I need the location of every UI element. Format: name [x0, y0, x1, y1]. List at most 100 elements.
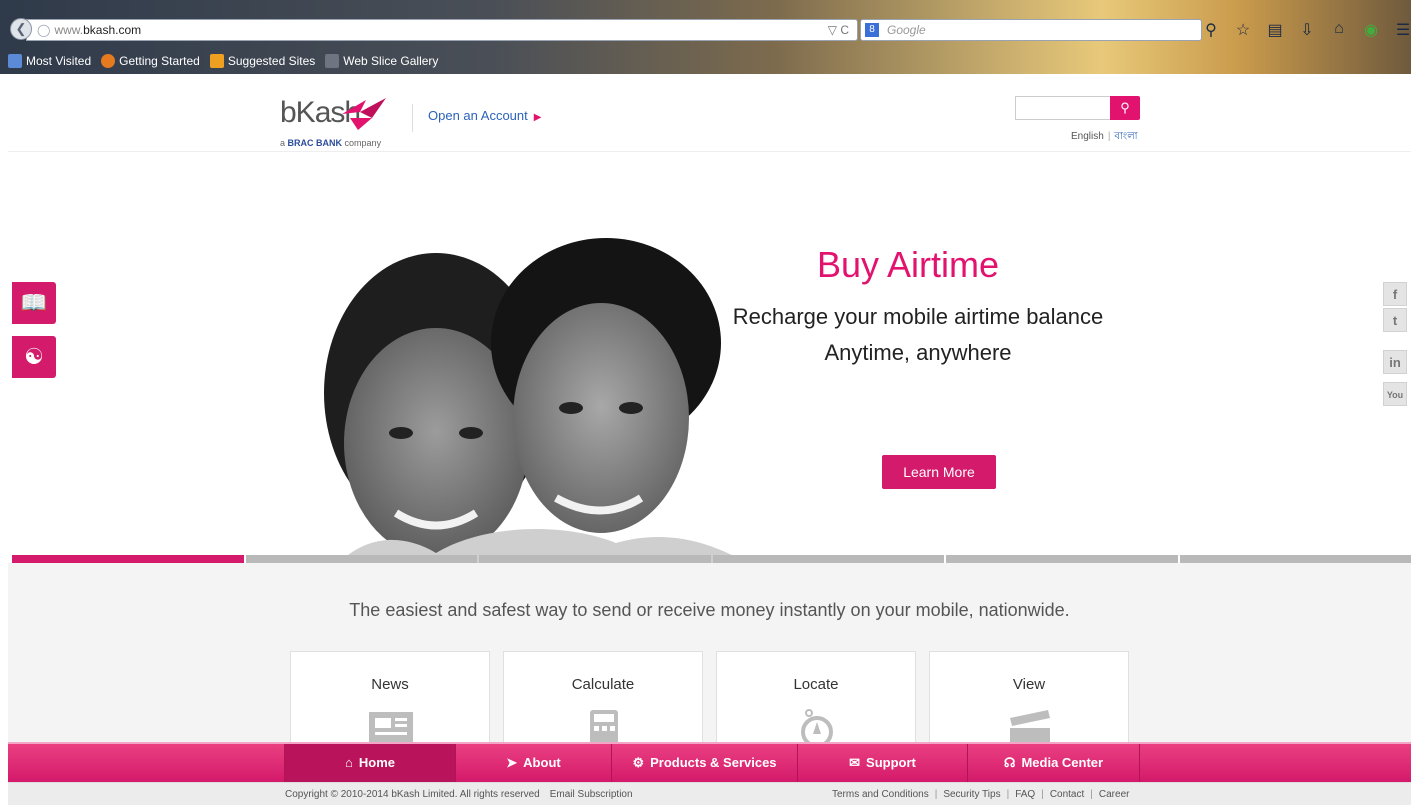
card-title: News [371, 676, 409, 693]
reading-list-icon[interactable]: ▤ [1266, 20, 1284, 42]
book-icon[interactable]: 📖 [12, 282, 56, 324]
card-title: Locate [793, 676, 839, 693]
slide-indicator[interactable] [712, 555, 944, 563]
logo-sub-suffix: company [344, 138, 382, 148]
search-icon[interactable]: ⚲ [1202, 20, 1220, 42]
send-icon: ➤ [506, 755, 518, 770]
browser-toolbar: ◯ www.bkash.com ▽ C ❮ 8 Google ⚲ ☆ ▤ ⇩ ⌂ … [0, 8, 1411, 48]
bkash-logo[interactable]: bKash [280, 96, 386, 130]
newspaper-icon [369, 712, 413, 744]
footer-nav: ⌂ Home ➤ About ⚙ Products & Services ✉ Suppo… [8, 742, 1411, 782]
twitter-icon[interactable]: t [1383, 308, 1407, 332]
bookmarks-bar: Most Visited Getting Started Suggested S… [0, 48, 1411, 74]
search-icon: ⚲ [1120, 100, 1130, 115]
email-subscription-link[interactable]: Email Subscription [550, 789, 633, 800]
bird-logo-icon [342, 98, 386, 130]
bookmark-label: Web Slice Gallery [343, 54, 439, 68]
browser-search-placeholder: Google [887, 23, 926, 37]
lang-english-link[interactable]: English [1071, 131, 1104, 142]
bookmark-label: Getting Started [119, 54, 200, 68]
separator: | [1090, 789, 1093, 800]
browser-chrome: ◯ www.bkash.com ▽ C ❮ 8 Google ⚲ ☆ ▤ ⇩ ⌂ … [0, 0, 1411, 74]
toolbar-icons: ⚲ ☆ ▤ ⇩ ⌂ ◉ ☰ [1202, 20, 1411, 42]
logo-sub-prefix: a [280, 138, 286, 148]
calculator-icon [590, 710, 618, 744]
contact-link[interactable]: Contact [1050, 789, 1084, 800]
nav-products-services[interactable]: ⚙ Products & Services [612, 744, 798, 782]
suggested-icon [209, 54, 224, 68]
site-search: ⚲ [1015, 96, 1140, 120]
bookmark-most-visited[interactable]: Most Visited [8, 54, 91, 68]
separator: | [1006, 789, 1010, 800]
webslice-icon [325, 54, 340, 68]
hero-subtitle-line2: Anytime, anywhere [824, 340, 1012, 365]
firefox-icon [101, 54, 116, 68]
tagline-section: The easiest and safest way to send or re… [8, 563, 1411, 743]
arrow-right-icon: ▶ [533, 112, 542, 123]
nav-label: Home [358, 755, 395, 770]
browser-search-input[interactable]: 8 Google [860, 19, 1202, 41]
security-tips-link[interactable]: Security Tips [943, 789, 1000, 800]
slide-indicator[interactable] [245, 555, 477, 563]
open-account-label: Open an Account [428, 108, 528, 123]
google-icon: 8 [865, 23, 879, 37]
nav-label: About [523, 755, 561, 770]
logo-tagline: a BRAC BANK company [280, 138, 381, 148]
globe-icon: ◯ [37, 23, 51, 37]
reload-icon[interactable]: ▽ C [828, 20, 849, 40]
card-title: View [1012, 676, 1046, 693]
home-icon: ⌂ [345, 755, 353, 770]
bkash-page: bKash a BRAC BANK company Open an Accoun… [8, 74, 1411, 805]
copyright: Copyright © 2010-2014 bKash Limited. All… [285, 789, 633, 800]
lang-separator: | [1107, 131, 1111, 142]
nav-home[interactable]: ⌂ Home [284, 744, 456, 782]
slide-indicator[interactable] [479, 555, 711, 563]
nav-support[interactable]: ✉ Support [798, 744, 968, 782]
clapperboard-icon [1010, 710, 1050, 744]
products-icon: ⚙ [632, 755, 645, 770]
career-link[interactable]: Career [1099, 789, 1130, 800]
slide-indicator[interactable] [1179, 555, 1411, 563]
card-title: Calculate [571, 676, 635, 693]
bookmark-web-slice[interactable]: Web Slice Gallery [325, 54, 438, 68]
network-icon[interactable]: ☯ [12, 336, 56, 378]
address-bar[interactable]: ◯ www.bkash.com ▽ C [26, 19, 858, 41]
bookmark-getting-started[interactable]: Getting Started [101, 54, 200, 68]
nav-about[interactable]: ➤ About [456, 744, 612, 782]
addon-icon[interactable]: ◉ [1362, 20, 1380, 42]
headphones-icon: ☊ [1003, 755, 1016, 770]
separator: | [1041, 789, 1044, 800]
star-icon[interactable]: ☆ [1234, 20, 1252, 42]
hero-title: Buy Airtime [816, 244, 1000, 285]
nav-label: Products & Services [650, 755, 777, 770]
url-prefix: www. [54, 23, 84, 37]
linkedin-icon[interactable]: in [1383, 350, 1407, 374]
learn-more-button[interactable]: Learn More [882, 455, 996, 489]
bookmark-suggested-sites[interactable]: Suggested Sites [209, 54, 315, 68]
url-domain: bkash.com [83, 23, 142, 37]
footer-links: Terms and Conditions | Security Tips | FAQ | C… [832, 789, 1129, 800]
terms-link[interactable]: Terms and Conditions [832, 789, 929, 800]
home-icon[interactable]: ⌂ [1330, 20, 1348, 42]
youtube-icon[interactable]: You [1383, 382, 1407, 406]
nav-media-center[interactable]: ☊ Media Center [968, 744, 1140, 782]
footer-bottom: Copyright © 2010-2014 bKash Limited. All… [8, 782, 1411, 805]
nav-label: Media Center [1021, 755, 1104, 770]
hero-subtitle: Recharge your mobile airtime balance Any… [708, 299, 1128, 371]
menu-icon[interactable]: ☰ [1394, 20, 1411, 42]
site-search-input[interactable] [1015, 96, 1110, 120]
search-button[interactable]: ⚲ [1110, 96, 1140, 120]
slide-indicator[interactable] [12, 555, 244, 563]
download-icon[interactable]: ⇩ [1298, 20, 1316, 42]
slide-indicator[interactable] [946, 555, 1178, 563]
lang-bangla-link[interactable]: বাংলা [1114, 131, 1137, 142]
faq-link[interactable]: FAQ [1015, 789, 1035, 800]
facebook-icon[interactable]: f [1383, 282, 1407, 306]
language-switcher: English | বাংলা [1071, 129, 1138, 146]
back-button[interactable]: ❮ [10, 18, 32, 40]
open-account-link[interactable]: Open an Account ▶ [428, 108, 541, 123]
bookmark-label: Most Visited [26, 54, 92, 68]
header-divider [412, 104, 413, 132]
brac-bank-text: BRAC BANK [287, 138, 343, 148]
hero-subtitle-line1: Recharge your mobile airtime balance [732, 304, 1104, 329]
